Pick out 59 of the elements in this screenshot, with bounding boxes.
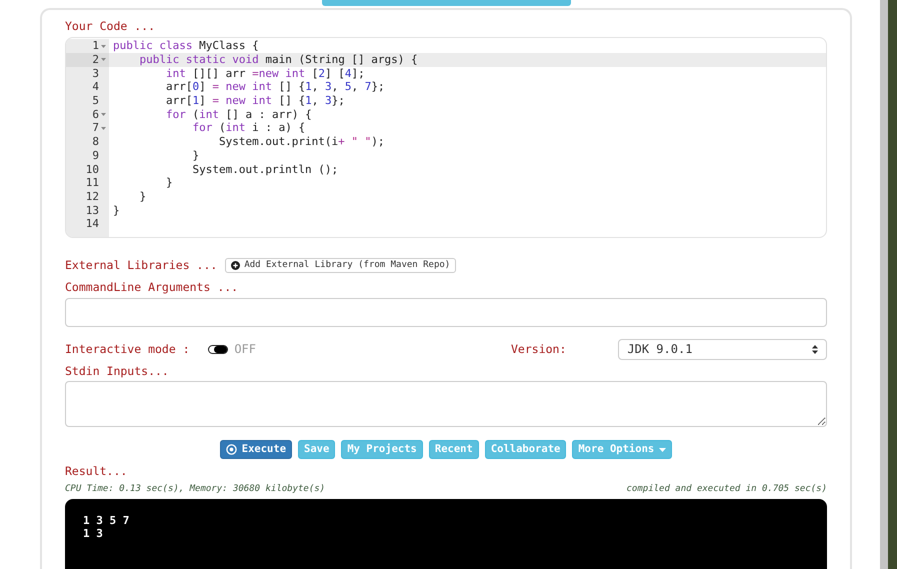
line-number: 14 xyxy=(86,217,99,232)
code-line: for (int i : a) { xyxy=(191,121,306,136)
output-line: 1 3 xyxy=(83,526,103,540)
caret-icon xyxy=(659,448,666,452)
toggle-state: OFF xyxy=(234,341,256,358)
plus-circle-icon xyxy=(231,261,240,270)
line-number: 3 xyxy=(92,66,99,80)
line-number: 7 xyxy=(92,121,99,136)
code-line: System.out.println (); xyxy=(191,162,338,176)
execution-time: compiled and executed in 0.705 sec(s) xyxy=(626,483,827,496)
line-number: 10 xyxy=(86,162,99,176)
code-line: } xyxy=(112,204,120,218)
toggle-switch[interactable] xyxy=(208,344,228,354)
line-number: 8 xyxy=(92,135,99,149)
execute-button[interactable]: Execute xyxy=(220,440,292,459)
line-number: 12 xyxy=(86,190,99,204)
more-options-button[interactable]: More Options xyxy=(572,440,672,459)
stdin-field[interactable] xyxy=(65,381,827,427)
code-line: public class MyClass { xyxy=(112,39,259,53)
code-line: for (int [] a : arr) { xyxy=(164,108,312,122)
arguments-field[interactable] xyxy=(65,298,827,327)
code-line: public static void main (String [] args) { xyxy=(138,52,418,67)
fold-caret-icon[interactable] xyxy=(100,126,106,130)
line-number: 11 xyxy=(86,176,99,190)
section-label: Your Code ... xyxy=(65,18,156,35)
section-label: External Libraries ... xyxy=(65,257,218,274)
fold-caret-icon[interactable] xyxy=(100,113,106,116)
fold-caret-icon[interactable] xyxy=(100,44,106,48)
line-number: 9 xyxy=(92,148,99,163)
code-line: arr[1] = new int [] {1, 3}; xyxy=(164,94,345,108)
section-label: Version: xyxy=(511,340,566,358)
code-line: } xyxy=(164,176,173,190)
line-number: 5 xyxy=(92,94,99,108)
play-circle-icon xyxy=(226,444,237,455)
version-select[interactable]: JDK 9.0.1 xyxy=(618,338,827,360)
section-label: CommandLine Arguments ... xyxy=(65,278,238,296)
section-label: Interactive mode : xyxy=(65,340,190,358)
select-arrows-icon xyxy=(812,344,818,354)
section-label: Result... xyxy=(65,463,128,480)
line-number: 1 xyxy=(92,39,99,53)
code-line: System.out.print(i+ " "); xyxy=(218,135,385,149)
action-button[interactable]: Collaborate xyxy=(484,440,566,459)
line-number: 6 xyxy=(92,108,99,122)
section-label: Stdin Inputs... xyxy=(65,362,169,380)
cpu-stats: CPU Time: 0.13 sec(s), Memory: 30680 kilobyte(s) xyxy=(65,483,326,496)
code-line: } xyxy=(138,190,146,204)
output-line: 1 3 5 7 xyxy=(83,514,130,527)
code-line: int [][] arr =new int [2] [4]; xyxy=(164,66,365,80)
code-editor[interactable] xyxy=(65,37,827,238)
action-button[interactable]: Save xyxy=(298,440,336,459)
line-number: 2 xyxy=(92,52,99,67)
action-button[interactable]: Recent xyxy=(428,440,479,459)
line-number: 13 xyxy=(86,204,99,218)
code-line: arr[0] = new int [] {1, 3, 5, 7}; xyxy=(164,80,385,94)
action-button[interactable]: My Projects xyxy=(341,440,423,459)
add-library-button[interactable]: Add External Library (from Maven Repo) xyxy=(225,258,456,274)
fold-caret-icon[interactable] xyxy=(100,58,106,62)
line-number: 4 xyxy=(92,80,99,94)
code-line: } xyxy=(191,148,200,163)
